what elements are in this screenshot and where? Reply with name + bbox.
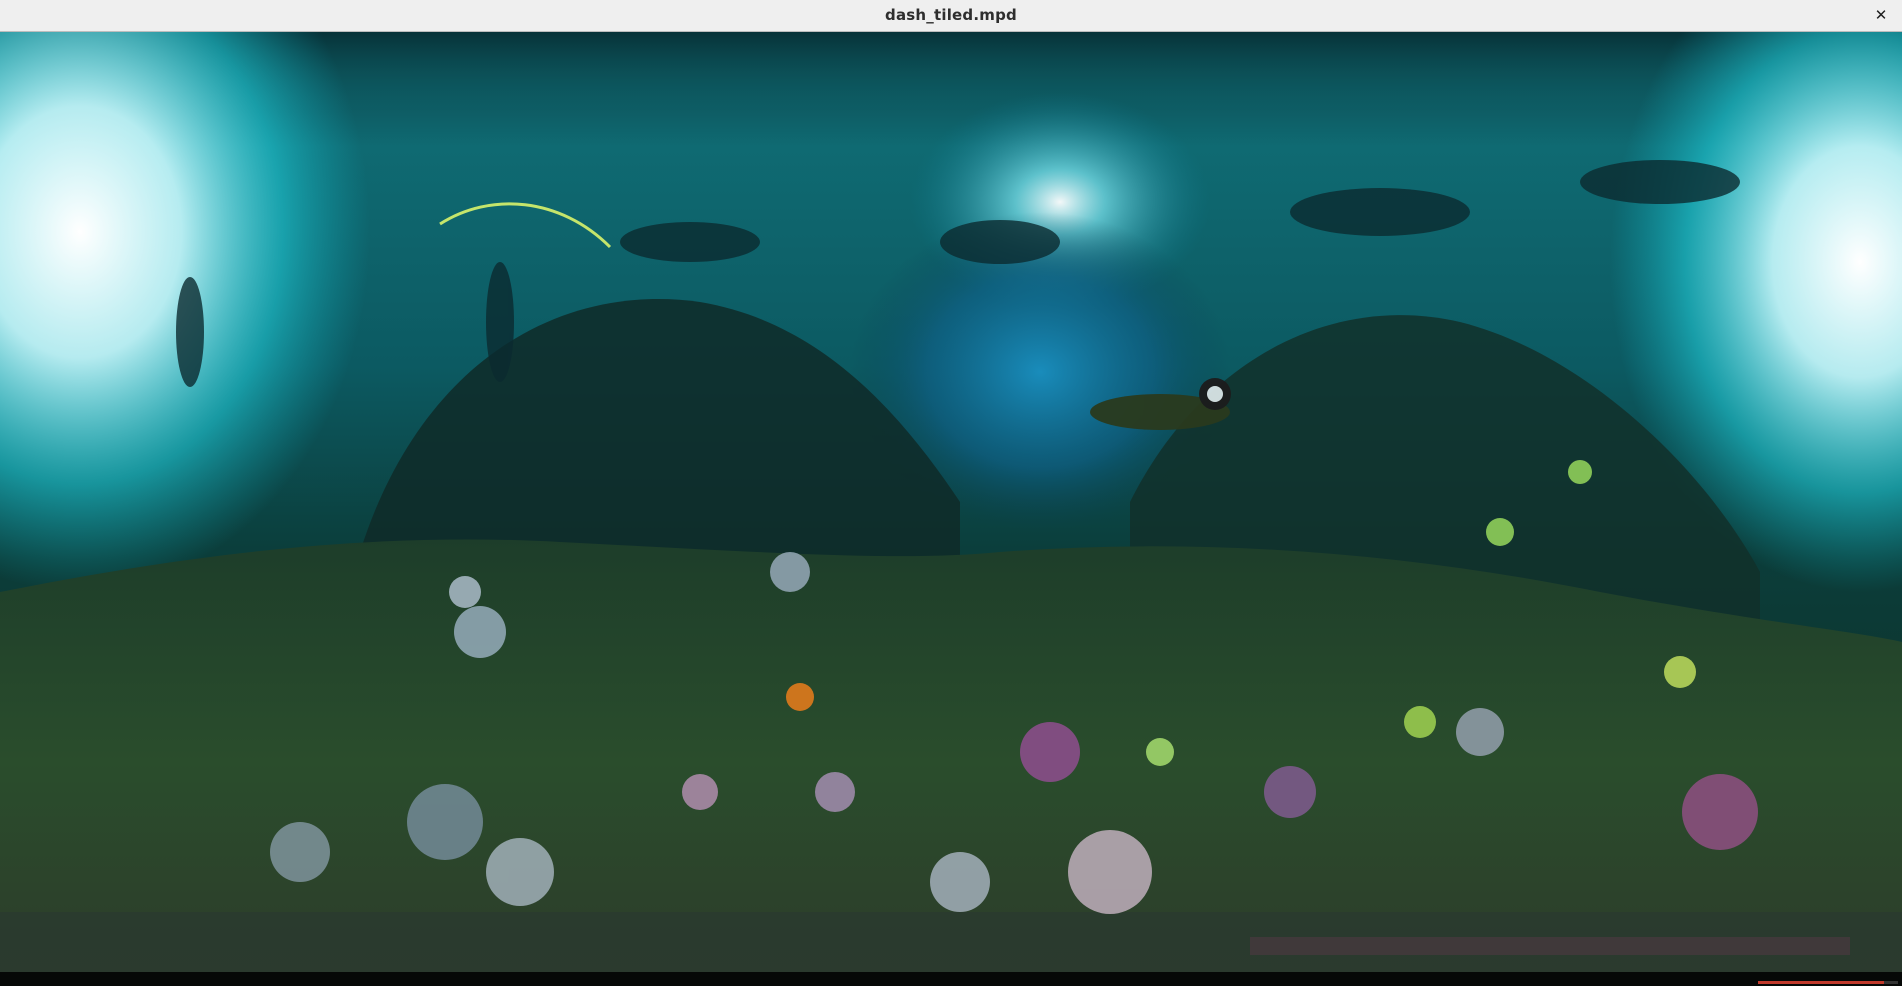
status-text bbox=[4, 972, 934, 986]
player-window: dash_tiled.mpd ✕ bbox=[0, 0, 1902, 986]
progress-track[interactable] bbox=[1758, 981, 1898, 984]
close-icon[interactable]: ✕ bbox=[1870, 4, 1892, 26]
playback-status-bar bbox=[0, 972, 1902, 986]
video-frame[interactable] bbox=[0, 32, 1902, 986]
underwater-scene bbox=[0, 32, 1902, 986]
window-title: dash_tiled.mpd bbox=[885, 6, 1017, 24]
title-bar[interactable]: dash_tiled.mpd ✕ bbox=[0, 0, 1902, 32]
progress-fill bbox=[1758, 981, 1884, 984]
